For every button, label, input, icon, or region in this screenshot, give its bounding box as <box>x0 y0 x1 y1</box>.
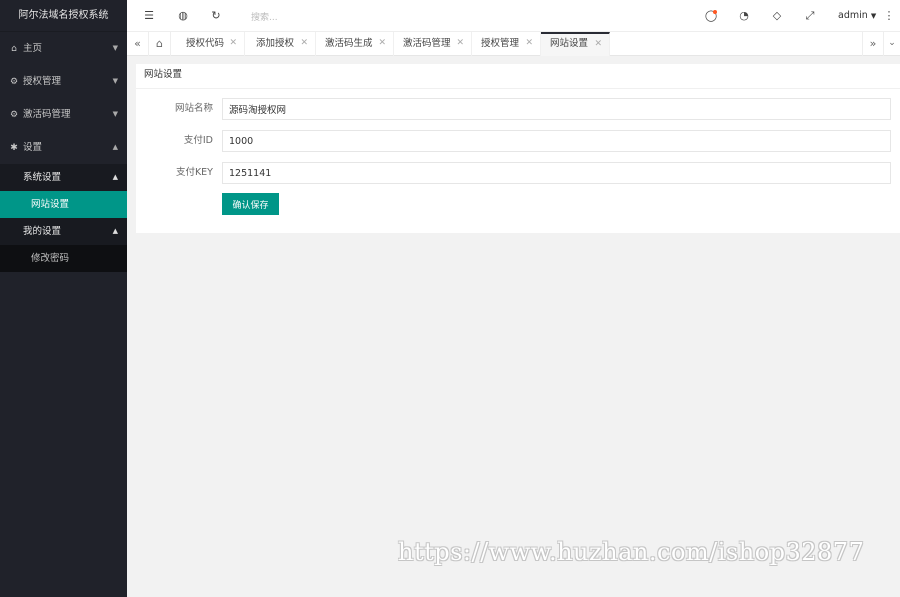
sidebar-item-change-password[interactable]: 修改密码 <box>0 245 127 272</box>
caret-up-icon: ▲ <box>112 227 118 235</box>
settings-submenu: 系统设置 ▲ 网站设置 我的设置 ▲ 修改密码 <box>0 164 127 272</box>
tag-icon[interactable]: ◇ <box>764 0 790 32</box>
notification-badge <box>713 10 717 14</box>
site-name-input[interactable] <box>222 98 891 120</box>
save-button[interactable]: 确认保存 <box>222 193 279 215</box>
pay-key-row: 支付KEY <box>136 162 900 184</box>
tab-label: 网站设置 <box>550 38 589 49</box>
sidebar-item-settings[interactable]: ✱ 设置 ▲ <box>0 131 127 164</box>
theme-icon[interactable]: ◔ <box>731 0 757 32</box>
pay-id-input[interactable] <box>222 130 891 152</box>
menu-toggle-icon[interactable]: ☰ <box>136 0 162 32</box>
app-title: 阿尔法域名授权系统 <box>0 0 127 32</box>
settings-icon: ✱ <box>10 143 18 153</box>
tab-add-auth[interactable]: 添加授权 ✕ <box>247 32 316 56</box>
tabs-dropdown-icon[interactable]: ⌄ <box>884 32 900 56</box>
tab-label: 激活码管理 <box>403 38 451 49</box>
close-icon[interactable]: ✕ <box>525 32 533 55</box>
settings-card: 网站设置 网站名称 支付ID 支付KEY 确认保存 <box>136 64 900 233</box>
sidebar-item-my-settings[interactable]: 我的设置 ▲ <box>0 218 127 245</box>
sidebar-item-website-settings[interactable]: 网站设置 <box>0 191 127 218</box>
tab-website-settings[interactable]: 网站设置 ✕ <box>541 32 610 56</box>
tab-activation-generate[interactable]: 激活码生成 ✕ <box>316 32 394 56</box>
caret-down-icon: ▼ <box>112 77 118 85</box>
tabs-scroll-right-icon[interactable]: » <box>862 32 884 56</box>
tab-auth-management[interactable]: 授权管理 ✕ <box>472 32 541 56</box>
pay-id-row: 支付ID <box>136 130 900 152</box>
sidebar-item-label: 主页 <box>23 43 43 54</box>
fullscreen-icon[interactable]: ⤢ <box>797 0 823 32</box>
close-icon[interactable]: ✕ <box>456 32 464 55</box>
pay-id-label: 支付ID <box>183 135 213 146</box>
tab-label: 授权代码 <box>186 38 225 49</box>
sidebar-item-label: 授权管理 <box>23 76 62 87</box>
home-tab-icon[interactable]: ⌂ <box>149 32 171 56</box>
site-name-label: 网站名称 <box>174 103 213 114</box>
gear-icon: ⚙ <box>9 110 19 120</box>
close-icon[interactable]: ✕ <box>378 32 386 55</box>
close-icon[interactable]: ✕ <box>229 32 237 55</box>
tab-label: 添加授权 <box>256 38 295 49</box>
chevron-down-icon: ▼ <box>870 12 877 20</box>
caret-up-icon: ▲ <box>112 143 118 151</box>
search-input[interactable]: 搜索... <box>251 10 278 23</box>
sidebar-item-label: 激活码管理 <box>23 109 71 120</box>
sidebar-item-system-settings[interactable]: 系统设置 ▲ <box>0 164 127 191</box>
tab-bar: « ⌂ 授权代码 ✕ 添加授权 ✕ 激活码生成 ✕ 激活码管理 ✕ 授权管理 ✕ 网站设置… <box>127 32 900 56</box>
notification-icon[interactable]: ◯ <box>698 0 724 32</box>
pay-key-input[interactable] <box>222 162 891 184</box>
tab-label: 授权管理 <box>481 38 520 49</box>
sidebar-item-auth-management[interactable]: ⚙ 授权管理 ▼ <box>0 65 127 98</box>
tabs-scroll-left-icon[interactable]: « <box>127 32 149 56</box>
tab-label: 激活码生成 <box>325 38 373 49</box>
sidebar-item-label: 我的设置 <box>23 226 62 237</box>
card-title: 网站设置 <box>136 64 900 89</box>
sidebar-item-label: 设置 <box>23 142 43 153</box>
pay-key-label: 支付KEY <box>175 167 213 178</box>
tab-activation-management[interactable]: 激活码管理 ✕ <box>394 32 472 56</box>
tab-auth-code[interactable]: 授权代码 ✕ <box>177 32 245 56</box>
caret-down-icon: ▼ <box>112 44 118 52</box>
refresh-icon[interactable]: ↻ <box>203 0 229 32</box>
gear-icon: ⚙ <box>9 77 19 87</box>
watermark: https://www.huzhan.com/ishop32877 <box>398 538 865 566</box>
home-icon: ⌂ <box>11 44 17 54</box>
sidebar: 阿尔法域名授权系统 ⌂ 主页 ▼ ⚙ 授权管理 ▼ ⚙ 激活码管理 ▼ ✱ 设置 ▲ 系… <box>0 0 127 597</box>
sidebar-item-home[interactable]: ⌂ 主页 ▼ <box>0 32 127 65</box>
caret-down-icon: ▼ <box>112 110 118 118</box>
globe-icon[interactable]: ◍ <box>170 0 196 32</box>
caret-up-icon: ▲ <box>112 173 118 181</box>
username: admin <box>838 10 868 21</box>
close-icon[interactable]: ✕ <box>300 32 308 55</box>
sidebar-item-label: 系统设置 <box>23 172 62 183</box>
sidebar-item-activation-management[interactable]: ⚙ 激活码管理 ▼ <box>0 98 127 131</box>
more-icon[interactable]: ⋮ <box>879 0 899 32</box>
site-name-row: 网站名称 <box>136 98 900 120</box>
top-header: ☰ ◍ ↻ 搜索... ◯ ◔ ◇ ⤢ admin ▼ ⋮ <box>127 0 900 32</box>
user-menu[interactable]: admin ▼ <box>838 0 876 32</box>
close-icon[interactable]: ✕ <box>594 34 602 54</box>
